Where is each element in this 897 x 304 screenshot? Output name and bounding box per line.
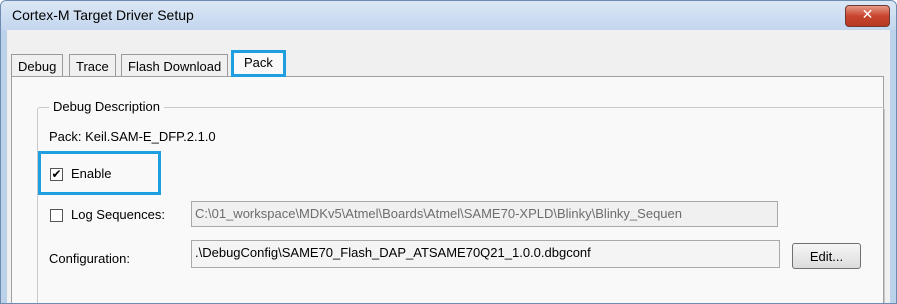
log-sequences-path-field[interactable]: C:\01_workspace\MDKv5\Atmel\Boards\Atmel…	[191, 201, 778, 227]
edit-button[interactable]: Edit...	[792, 243, 861, 269]
tab-trace[interactable]: Trace	[69, 54, 116, 76]
window-title: Cortex-M Target Driver Setup	[12, 7, 194, 23]
close-button[interactable]: ✕	[845, 5, 890, 27]
tab-flash-download[interactable]: Flash Download	[121, 54, 229, 76]
configuration-label: Configuration:	[49, 251, 130, 266]
pack-tab-panel: Debug Description Pack: Keil.SAM-E_DFP.2…	[11, 76, 885, 303]
log-sequences-label[interactable]: Log Sequences:	[71, 207, 165, 222]
log-sequences-checkbox[interactable]	[50, 209, 63, 222]
tab-pack[interactable]: Pack	[231, 50, 286, 77]
dialog-body: Debug Trace Flash Download Pack Debug De…	[7, 30, 890, 303]
dialog-window: Cortex-M Target Driver Setup ✕ Debug Tra…	[0, 0, 897, 304]
tab-debug[interactable]: Debug	[11, 54, 64, 76]
configuration-file-field[interactable]: .\DebugConfig\SAME70_Flash_DAP_ATSAME70Q…	[191, 240, 780, 268]
enable-label[interactable]: Enable	[71, 166, 111, 181]
title-bar[interactable]: Cortex-M Target Driver Setup ✕	[1, 1, 896, 30]
close-icon: ✕	[861, 7, 874, 23]
enable-checkbox[interactable]: ✔	[50, 168, 63, 181]
pack-label: Pack: Keil.SAM-E_DFP.2.1.0	[49, 129, 216, 144]
group-title: Debug Description	[49, 99, 164, 114]
checkmark-icon: ✔	[51, 167, 62, 181]
